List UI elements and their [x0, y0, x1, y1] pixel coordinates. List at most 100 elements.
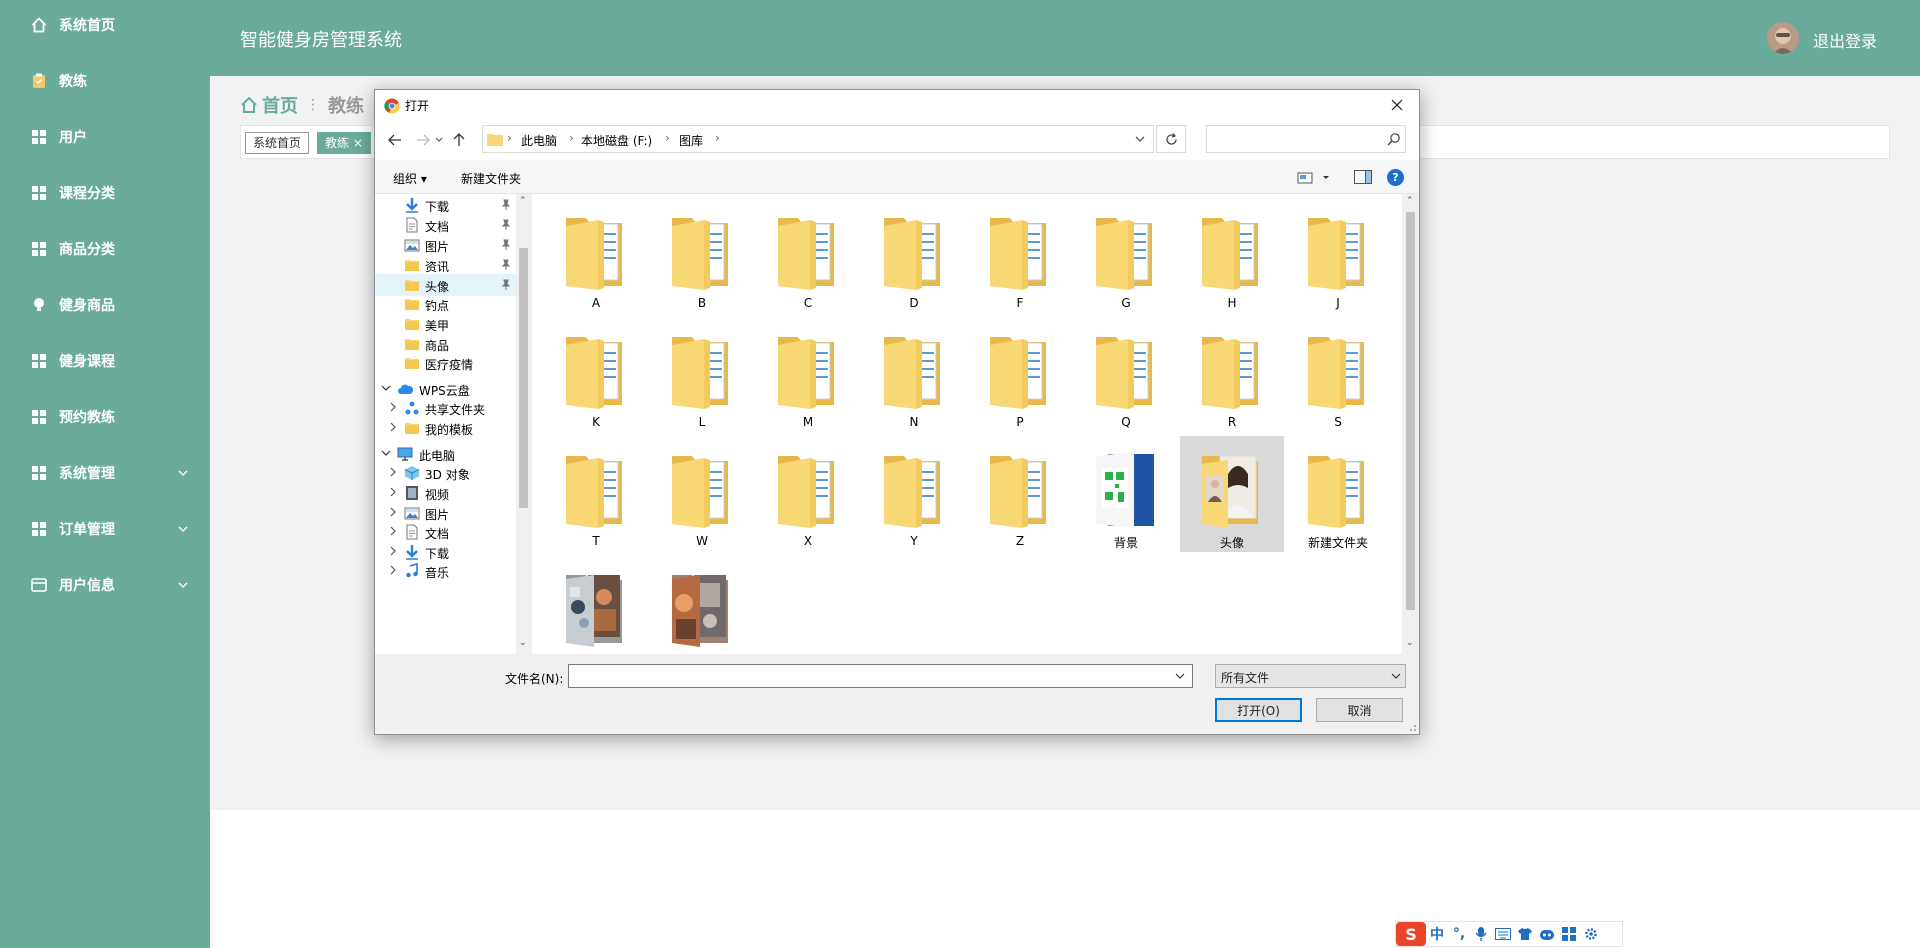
- sidebar-item[interactable]: 用户信息: [0, 565, 210, 605]
- sidebar-item[interactable]: 商品分类: [0, 229, 210, 269]
- page-tab-coach[interactable]: 教练 ×: [317, 132, 371, 154]
- ime-punctuation-toggle[interactable]: °,: [1448, 923, 1470, 945]
- help-button[interactable]: ?: [1387, 169, 1404, 186]
- recent-locations-button[interactable]: [433, 131, 445, 149]
- chevron-right-icon[interactable]: [388, 526, 398, 536]
- nav-item[interactable]: 文档: [375, 214, 517, 236]
- sidebar-item[interactable]: 健身课程: [0, 341, 210, 381]
- chevron-down-icon[interactable]: [381, 383, 391, 393]
- cancel-button[interactable]: 取消: [1316, 698, 1403, 722]
- logout-link[interactable]: 退出登录: [1813, 28, 1877, 52]
- filename-input[interactable]: [573, 668, 1163, 684]
- nav-item[interactable]: 美甲: [375, 313, 517, 335]
- chevron-down-icon[interactable]: [1135, 136, 1145, 143]
- file-item[interactable]: J: [1286, 198, 1390, 314]
- nav-item[interactable]: 钓点: [375, 293, 517, 315]
- avatar[interactable]: [1767, 22, 1799, 54]
- resize-grip-icon[interactable]: [1407, 722, 1417, 732]
- sidebar-item[interactable]: 预约教练: [0, 397, 210, 437]
- chevron-down-icon[interactable]: [381, 448, 391, 458]
- file-item[interactable]: [544, 555, 648, 654]
- file-item[interactable]: M: [756, 317, 860, 433]
- file-item[interactable]: 新建文件夹: [1286, 436, 1390, 552]
- change-view-button[interactable]: [1297, 170, 1337, 186]
- file-item[interactable]: G: [1074, 198, 1178, 314]
- search-input[interactable]: [1211, 129, 1381, 149]
- nav-item[interactable]: 共享文件夹: [375, 397, 517, 419]
- sidebar-item[interactable]: 健身商品: [0, 285, 210, 325]
- file-item[interactable]: T: [544, 436, 648, 552]
- nav-scroll-thumb[interactable]: [519, 248, 528, 508]
- nav-item[interactable]: 我的模板: [375, 417, 517, 439]
- sidebar-item[interactable]: 教练: [0, 61, 210, 101]
- file-item[interactable]: S: [1286, 317, 1390, 433]
- sidebar-item[interactable]: 系统管理: [0, 453, 210, 493]
- scroll-down-icon[interactable]: ⌄: [519, 638, 527, 648]
- scroll-up-icon[interactable]: ⌃: [1406, 196, 1414, 206]
- nav-item[interactable]: 音乐: [375, 560, 517, 582]
- scroll-down-icon[interactable]: ⌄: [1406, 638, 1414, 648]
- new-folder-button[interactable]: 新建文件夹: [461, 170, 521, 187]
- settings-icon[interactable]: [1580, 923, 1602, 945]
- file-item[interactable]: Z: [968, 436, 1072, 552]
- file-item[interactable]: F: [968, 198, 1072, 314]
- filename-combobox[interactable]: [568, 664, 1193, 688]
- nav-item[interactable]: 图片: [375, 234, 517, 256]
- file-item[interactable]: X: [756, 436, 860, 552]
- file-item[interactable]: K: [544, 317, 648, 433]
- file-item[interactable]: 背景: [1074, 436, 1178, 552]
- sidebar-item[interactable]: 用户: [0, 117, 210, 157]
- file-item[interactable]: W: [650, 436, 754, 552]
- microphone-icon[interactable]: [1470, 923, 1492, 945]
- forward-button[interactable]: [413, 131, 433, 149]
- file-item[interactable]: [650, 555, 754, 654]
- chevron-right-icon[interactable]: [388, 467, 398, 477]
- nav-item[interactable]: 文档: [375, 521, 517, 543]
- open-button[interactable]: 打开(O): [1215, 698, 1302, 722]
- file-item[interactable]: R: [1180, 317, 1284, 433]
- robot-icon[interactable]: [1536, 923, 1558, 945]
- page-tab-home[interactable]: 系统首页: [245, 132, 310, 154]
- filetype-select[interactable]: 所有文件: [1215, 664, 1406, 688]
- file-item[interactable]: 头像: [1180, 436, 1284, 552]
- nav-item[interactable]: 医疗疫情: [375, 352, 517, 374]
- file-item[interactable]: Q: [1074, 317, 1178, 433]
- preview-pane-button[interactable]: [1354, 170, 1372, 184]
- back-button[interactable]: [385, 131, 405, 149]
- file-scroll-thumb[interactable]: [1406, 212, 1415, 610]
- chevron-right-icon[interactable]: [388, 546, 398, 556]
- sogou-logo[interactable]: S: [1396, 922, 1426, 946]
- sidebar-item[interactable]: 订单管理: [0, 509, 210, 549]
- file-item[interactable]: L: [650, 317, 754, 433]
- sidebar-item[interactable]: 系统首页: [0, 5, 210, 45]
- search-field[interactable]: [1206, 125, 1406, 153]
- nav-scrollbar[interactable]: ⌃ ⌄: [516, 194, 531, 654]
- file-item[interactable]: H: [1180, 198, 1284, 314]
- keyboard-icon[interactable]: [1492, 923, 1514, 945]
- nav-item[interactable]: 视频: [375, 482, 517, 504]
- file-item[interactable]: B: [650, 198, 754, 314]
- file-item[interactable]: D: [862, 198, 966, 314]
- nav-item[interactable]: 3D 对象: [375, 462, 517, 484]
- organize-menu[interactable]: 组织 ▾: [393, 170, 427, 187]
- crumb-gallery[interactable]: 图库: [679, 132, 703, 149]
- chevron-right-icon[interactable]: [388, 565, 398, 575]
- chevron-down-icon[interactable]: [1175, 672, 1185, 680]
- ime-mode-toggle[interactable]: 中: [1426, 923, 1448, 945]
- chevron-right-icon[interactable]: [388, 422, 398, 432]
- breadcrumb-home[interactable]: 首页: [262, 92, 298, 118]
- file-item[interactable]: C: [756, 198, 860, 314]
- nav-item[interactable]: 资讯: [375, 254, 517, 276]
- file-item[interactable]: A: [544, 198, 648, 314]
- file-item[interactable]: Y: [862, 436, 966, 552]
- refresh-button[interactable]: [1156, 125, 1186, 153]
- nav-item[interactable]: 下载: [375, 194, 517, 216]
- chevron-right-icon[interactable]: [388, 507, 398, 517]
- skin-icon[interactable]: [1514, 923, 1536, 945]
- file-scrollbar[interactable]: ⌃ ⌄: [1402, 194, 1419, 654]
- chevron-right-icon[interactable]: [388, 402, 398, 412]
- sidebar-item[interactable]: 课程分类: [0, 173, 210, 213]
- up-button[interactable]: [449, 131, 469, 149]
- toolbox-icon[interactable]: [1558, 923, 1580, 945]
- crumb-this-pc[interactable]: 此电脑: [521, 132, 557, 149]
